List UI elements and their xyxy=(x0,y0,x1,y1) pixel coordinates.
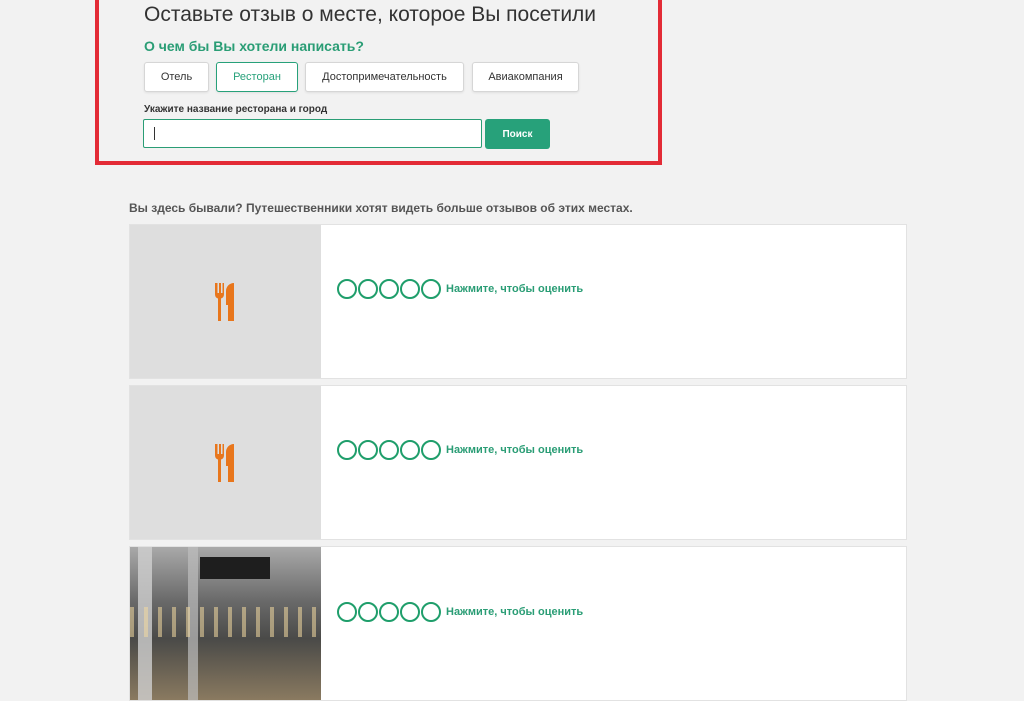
category-restaurant-button[interactable]: Ресторан xyxy=(216,62,298,92)
fork-knife-icon xyxy=(215,444,234,482)
place-card[interactable]: Нажмите, чтобы оценить xyxy=(129,546,907,701)
photo-detail xyxy=(130,607,321,637)
fork-knife-icon xyxy=(215,283,234,321)
rating-bubble-icon[interactable] xyxy=(358,279,378,299)
search-field-label: Укажите название ресторана и город xyxy=(144,104,328,115)
rating-bubble-icon[interactable] xyxy=(379,440,399,460)
place-thumbnail xyxy=(130,386,321,539)
search-input[interactable] xyxy=(143,119,482,148)
restaurant-photo xyxy=(130,547,321,700)
suggestions-prompt: Вы здесь бывали? Путешественники хотят в… xyxy=(129,201,633,215)
rating-bubble-icon[interactable] xyxy=(379,602,399,622)
rating-row[interactable]: Нажмите, чтобы оценить xyxy=(337,602,583,622)
rating-bubble-icon[interactable] xyxy=(421,602,441,622)
search-button[interactable]: Поиск xyxy=(485,119,550,149)
rate-prompt[interactable]: Нажмите, чтобы оценить xyxy=(446,283,583,295)
rating-bubble-icon[interactable] xyxy=(400,440,420,460)
category-hotel-button[interactable]: Отель xyxy=(144,62,209,92)
rating-bubble-icon[interactable] xyxy=(400,602,420,622)
rating-bubble-icon[interactable] xyxy=(421,279,441,299)
rating-bubble-icon[interactable] xyxy=(358,440,378,460)
category-prompt: О чем бы Вы хотели написать? xyxy=(144,38,364,54)
category-airline-button[interactable]: Авиакомпания xyxy=(472,62,579,92)
rate-prompt[interactable]: Нажмите, чтобы оценить xyxy=(446,444,583,456)
rate-prompt[interactable]: Нажмите, чтобы оценить xyxy=(446,606,583,618)
rating-row[interactable]: Нажмите, чтобы оценить xyxy=(337,440,583,460)
rating-bubble-icon[interactable] xyxy=(400,279,420,299)
place-card[interactable]: Нажмите, чтобы оценить xyxy=(129,385,907,540)
rating-bubble-icon[interactable] xyxy=(379,279,399,299)
rating-bubble-icon[interactable] xyxy=(358,602,378,622)
rating-bubble-icon[interactable] xyxy=(337,602,357,622)
place-thumbnail xyxy=(130,225,321,378)
rating-bubble-icon[interactable] xyxy=(337,440,357,460)
place-card[interactable]: Нажмите, чтобы оценить xyxy=(129,224,907,379)
text-caret xyxy=(154,127,155,140)
page-title: Оставьте отзыв о месте, которое Вы посет… xyxy=(144,3,597,26)
photo-detail xyxy=(200,557,270,579)
rating-row[interactable]: Нажмите, чтобы оценить xyxy=(337,279,583,299)
rating-bubble-icon[interactable] xyxy=(421,440,441,460)
category-attraction-button[interactable]: Достопримечательность xyxy=(305,62,464,92)
rating-bubble-icon[interactable] xyxy=(337,279,357,299)
